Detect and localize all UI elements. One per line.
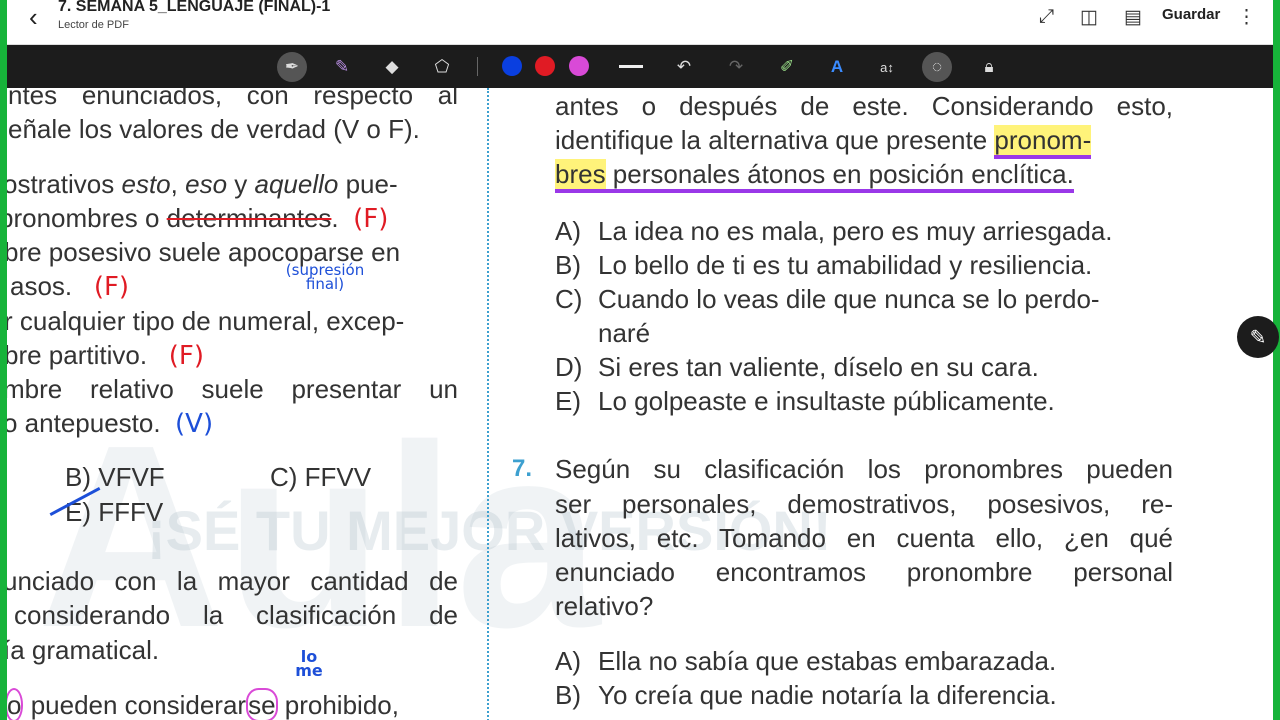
option-b: B) VFVF xyxy=(65,462,165,492)
text-style-icon[interactable]: A xyxy=(822,52,852,82)
color-blue[interactable] xyxy=(502,56,522,76)
option-c-text: Cuando lo veas dile que nunca se lo perd… xyxy=(598,284,1100,314)
pencil-icon: ✎ xyxy=(1249,326,1267,349)
toolbar-divider xyxy=(477,57,478,76)
app-subtitle: Lector de PDF xyxy=(58,19,129,31)
option-c: C) FFVV xyxy=(270,462,372,492)
document-icon[interactable]: ▤ xyxy=(1124,6,1142,29)
option-letter: A) xyxy=(555,216,581,246)
pen-icon[interactable]: ✒ xyxy=(277,52,307,82)
text-line: lativos, etc. Tomando en cuenta ello, ¿e… xyxy=(555,523,1173,553)
color-red[interactable] xyxy=(535,56,555,76)
text-line: asos. (F) xyxy=(10,271,130,302)
option-b-text: Lo bello de ti es tu amabilidad y resili… xyxy=(598,250,1093,280)
option-b-text: Yo creía que nadie notaría la diferencia… xyxy=(598,680,1057,710)
annotation-f: (F) xyxy=(93,272,130,302)
redo-icon[interactable]: ↷ xyxy=(721,52,751,82)
expand-icon[interactable]: ⤢ xyxy=(1039,6,1054,28)
text-size-icon[interactable]: a↕ xyxy=(872,52,902,82)
document-title: 7. SEMANA 5_LENGUAJE (FINAL)-1 xyxy=(58,0,331,15)
annotation-f: (F) xyxy=(353,204,389,234)
option-letter: D) xyxy=(555,352,583,382)
shapes-icon[interactable]: ◌ xyxy=(922,52,952,82)
book-view-icon[interactable]: ◫ xyxy=(1080,6,1098,29)
more-icon[interactable]: ⋮ xyxy=(1237,6,1256,29)
text-line: bres personales átonos en posición enclí… xyxy=(555,159,1074,193)
text-line: pronombres o determinantes. (F) xyxy=(7,203,389,234)
eraser-icon[interactable]: ◆ xyxy=(377,52,407,82)
option-d-text: Si eres tan valiente, díselo en su cara. xyxy=(598,352,1039,382)
option-letter: A) xyxy=(555,646,581,676)
marker-icon[interactable]: ✐ xyxy=(772,52,802,82)
text-line: ía gramatical. xyxy=(7,635,160,665)
back-icon[interactable]: ‹ xyxy=(29,2,38,33)
pdf-page: Aula ¡SÉ TU MEJOR VERSIÓN! ntes enunciad… xyxy=(7,88,1273,720)
text-line: o antepuesto. (V) xyxy=(7,408,214,439)
text-line: ser personales, demostrativos, posesivos… xyxy=(555,489,1173,519)
text-line: enunciado encontramos pronombre personal xyxy=(555,557,1173,587)
option-a-text: La idea no es mala, pero es muy arriesga… xyxy=(598,216,1113,246)
text-line: considerando la clasificación de xyxy=(14,600,458,630)
annotation-f: (F) xyxy=(168,341,204,371)
text-line: unciado con la mayor cantidad de xyxy=(7,566,458,596)
option-e-text: Lo golpeaste e insultaste públicamente. xyxy=(598,386,1055,416)
option-e: E) FFFV xyxy=(65,497,164,527)
option-c-text-cont: naré xyxy=(598,318,651,348)
text-line: antes o después de este. Considerando es… xyxy=(555,91,1173,121)
option-letter: E) xyxy=(555,386,581,416)
edit-pencil-button[interactable]: ✎ xyxy=(1237,316,1279,358)
left-border xyxy=(0,0,7,720)
text-line: ostrativos esto, eso y aquello pue- xyxy=(7,169,398,199)
stroke-width-icon[interactable] xyxy=(619,65,643,68)
question-number: 7. xyxy=(512,455,533,482)
save-button[interactable]: Guardar xyxy=(1162,6,1220,23)
annotation-v: (V) xyxy=(175,409,214,439)
annotation-supresion: (supresión final) xyxy=(285,261,365,293)
annotation-toolbar: ✒ ✎ ◆ ⬠ ↶ ↷ ✐ A a↕ ◌ 🔒︎ xyxy=(7,45,1273,88)
text-line: identifique la alternativa que presente … xyxy=(555,125,1173,159)
lasso-icon[interactable]: ⬠ xyxy=(427,52,457,82)
option-letter: B) xyxy=(555,680,581,710)
option-letter: C) xyxy=(555,284,583,314)
highlighter-icon[interactable]: ✎ xyxy=(327,52,357,82)
text-line: relativo? xyxy=(555,591,654,621)
text-line: eñale los valores de verdad (V o F). xyxy=(8,114,420,144)
text-line: o pueden considerarse prohibido, xyxy=(7,688,399,720)
struck-word: determinantes xyxy=(166,203,332,233)
text-line: Según su clasificación los pronombres pu… xyxy=(555,454,1173,484)
option-a-text: Ella no sabía que estabas embarazada. xyxy=(598,646,1057,676)
option-letter: B) xyxy=(555,250,581,280)
color-pink[interactable] xyxy=(569,56,589,76)
text-line: bre partitivo. (F) xyxy=(7,340,204,371)
lock-icon[interactable]: 🔒︎ xyxy=(974,52,1004,82)
text-line: r cualquier tipo de numeral, excep- xyxy=(7,306,405,336)
annotation-lo-me: lo me xyxy=(295,647,323,680)
undo-icon[interactable]: ↶ xyxy=(669,52,699,82)
text-line: mbre relativo suele presentar un xyxy=(7,374,458,404)
title-bar: ‹ 7. SEMANA 5_LENGUAJE (FINAL)-1 Lector … xyxy=(7,0,1273,45)
text-line: ntes enunciados, con respecto al xyxy=(8,88,458,110)
column-divider xyxy=(487,88,489,720)
right-border xyxy=(1273,0,1280,720)
